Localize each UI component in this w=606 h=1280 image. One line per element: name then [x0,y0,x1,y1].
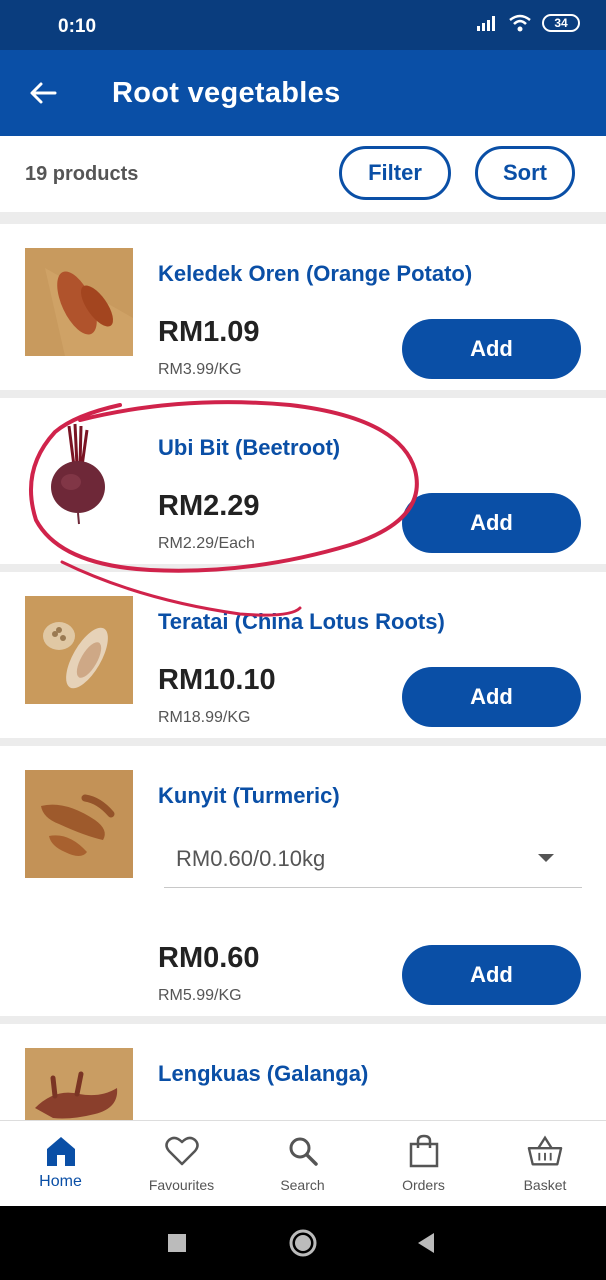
product-price: RM1.09 [158,316,260,348]
home-circle-icon[interactable] [289,1229,317,1257]
product-card: Keledek Oren (Orange Potato) RM1.09 RM3.… [0,224,606,390]
recents-icon[interactable] [168,1234,186,1252]
product-image[interactable] [25,248,133,356]
product-image[interactable] [25,770,133,878]
search-icon [285,1133,321,1169]
wifi-icon [509,14,531,32]
add-button[interactable]: Add [402,667,581,727]
battery-level: 34 [554,16,568,30]
bottom-nav: Home Favourites Search Orders Basket [0,1120,606,1206]
list-toolbar: 19 products Filter Sort [0,136,606,212]
product-list[interactable]: Keledek Oren (Orange Potato) RM1.09 RM3.… [0,212,606,1120]
nav-orders-label: Orders [402,1177,445,1193]
product-card: Ubi Bit (Beetroot) RM2.29 RM2.29/Each Ad… [0,398,606,564]
nav-orders[interactable]: Orders [363,1121,484,1207]
product-unit-price: RM3.99/KG [158,361,242,378]
product-card: Lengkuas (Galanga) [0,1024,606,1120]
back-triangle-icon[interactable] [416,1232,436,1254]
nav-search[interactable]: Search [242,1121,363,1207]
product-card: Teratai (China Lotus Roots) RM10.10 RM18… [0,572,606,738]
back-button[interactable] [26,76,60,110]
heart-icon [164,1133,200,1169]
weight-select-value: RM0.60/0.10kg [176,846,326,871]
nav-home-label: Home [39,1173,82,1190]
product-unit-price: RM2.29/Each [158,535,255,552]
add-button[interactable]: Add [402,493,581,553]
product-image[interactable] [25,1048,133,1120]
product-name[interactable]: Kunyit (Turmeric) [158,783,340,809]
product-price: RM10.10 [158,664,276,696]
product-card: Kunyit (Turmeric) RM0.60/0.10kg RM0.60 R… [0,746,606,1016]
add-button[interactable]: Add [402,319,581,379]
product-count: 19 products [25,163,139,185]
add-button[interactable]: Add [402,945,581,1005]
app-bar: Root vegetables [0,50,606,136]
product-unit-price: RM5.99/KG [158,987,242,1004]
product-name[interactable]: Teratai (China Lotus Roots) [158,609,445,635]
status-icons: 34 [476,14,580,32]
product-name[interactable]: Keledek Oren (Orange Potato) [158,261,472,287]
weight-select[interactable]: RM0.60/0.10kg [164,828,582,888]
back-arrow-icon [30,82,57,104]
product-image[interactable] [25,422,133,530]
basket-icon [527,1133,563,1169]
signal-icon [477,16,495,31]
product-price: RM2.29 [158,490,260,522]
sort-button[interactable]: Sort [475,146,575,200]
nav-favourites[interactable]: Favourites [121,1121,242,1207]
chevron-down-icon [538,854,554,862]
nav-favourites-label: Favourites [148,1177,215,1193]
product-name[interactable]: Lengkuas (Galanga) [158,1061,368,1087]
filter-button[interactable]: Filter [339,146,451,200]
status-time: 0:10 [58,16,97,37]
product-image[interactable] [25,596,133,704]
product-unit-price: RM18.99/KG [158,709,251,726]
product-name[interactable]: Ubi Bit (Beetroot) [158,435,340,461]
nav-home[interactable]: Home [0,1121,121,1207]
page-title: Root vegetables [112,77,341,109]
product-price: RM0.60 [158,942,260,974]
nav-basket[interactable]: Basket [484,1121,606,1207]
nav-basket-label: Basket [523,1177,567,1193]
shopping-bag-icon [406,1133,442,1169]
system-nav-bar [0,1206,606,1280]
battery-icon: 34 [542,14,580,32]
home-icon [43,1133,79,1169]
nav-search-label: Search [280,1177,325,1193]
status-bar: 0:10 34 [0,0,606,50]
